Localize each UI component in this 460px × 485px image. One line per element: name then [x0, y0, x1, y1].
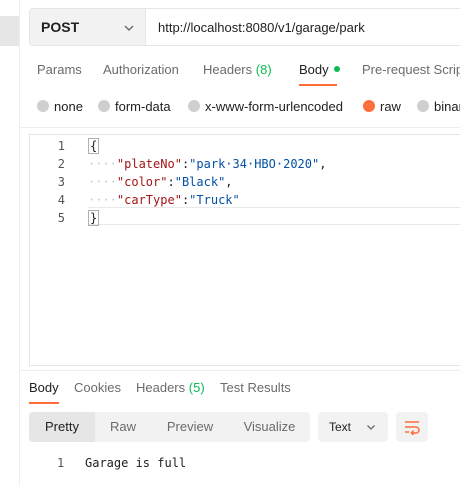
method-select[interactable]: POST: [29, 8, 145, 46]
json-value: "Black": [174, 175, 226, 189]
radio-label: x-www-form-urlencoded: [205, 98, 343, 114]
view-preview-button[interactable]: Preview: [151, 412, 229, 442]
radio-none[interactable]: none: [37, 96, 83, 116]
response-tab-test-results[interactable]: Test Results: [220, 379, 291, 405]
response-tab-headers[interactable]: Headers (5): [136, 379, 205, 405]
indent-whitespace: ····: [88, 193, 117, 207]
tab-authorization[interactable]: Authorization: [103, 60, 179, 86]
radio-raw[interactable]: raw: [363, 96, 401, 116]
section-divider: [20, 127, 460, 128]
line-number: 2: [57, 157, 65, 171]
format-label: Text: [329, 420, 352, 434]
response-divider: [20, 370, 460, 371]
response-tab-cookies[interactable]: Cookies: [74, 379, 121, 405]
body-indicator-dot: [333, 66, 340, 72]
view-visualize-button[interactable]: Visualize: [229, 412, 310, 442]
sidebar-divider: [19, 0, 20, 485]
tab-label: Test Results: [220, 380, 291, 395]
radio-circle: [98, 100, 110, 112]
code-line: }: [88, 209, 100, 227]
radio-form-data[interactable]: form-data: [98, 96, 171, 116]
headers-count: (8): [255, 62, 272, 77]
wrap-lines-button[interactable]: [396, 412, 428, 442]
response-tab-body[interactable]: Body: [29, 379, 59, 405]
tab-label: Headers: [136, 380, 186, 395]
json-comma: ,: [225, 175, 233, 189]
tab-label: Cookies: [74, 380, 121, 395]
wrap-lines-icon: [405, 421, 420, 435]
chevron-down-icon: [124, 25, 134, 31]
tab-headers[interactable]: Headers (8): [203, 60, 272, 86]
view-raw-button[interactable]: Raw: [95, 412, 151, 442]
method-label: POST: [41, 19, 80, 35]
headers-count: (5): [188, 380, 205, 395]
request-body-editor[interactable]: 1 2 3 4 5 { ····"plateNo":"park·34·HBO·2…: [29, 134, 460, 366]
code-line: ····"carType":"Truck": [88, 191, 240, 209]
tab-label: Headers: [203, 62, 253, 77]
chevron-down-icon: [367, 425, 375, 430]
active-tab-underline: [29, 402, 59, 404]
current-line-highlight: [88, 207, 460, 225]
code-line: ····"plateNo":"park·34·HBO·2020",: [88, 155, 326, 173]
radio-circle-selected: [363, 100, 375, 112]
json-key: "color": [116, 175, 168, 189]
response-body-viewer[interactable]: 1 Garage is full: [29, 454, 460, 474]
response-text: Garage is full: [85, 456, 187, 470]
json-value: "park·34·HBO·2020": [189, 157, 320, 171]
response-view-modes: Pretty Raw Preview Visualize: [29, 412, 310, 442]
radio-label: binar: [434, 98, 460, 114]
radio-label: form-data: [115, 98, 171, 114]
active-tab-underline: [299, 84, 337, 86]
json-key: "plateNo": [116, 157, 182, 171]
tab-label: Body: [29, 380, 59, 395]
code-line: {: [88, 137, 100, 155]
left-sidebar-edge: [0, 0, 20, 485]
radio-x-www-form-urlencoded[interactable]: x-www-form-urlencoded: [188, 96, 343, 116]
url-input[interactable]: http://localhost:8080/v1/garage/park: [145, 8, 460, 46]
radio-circle: [188, 100, 200, 112]
matching-brace: }: [88, 210, 100, 226]
editor-gutter: 1 2 3 4 5: [30, 135, 80, 365]
radio-circle: [37, 100, 49, 112]
response-format-select[interactable]: Text: [318, 412, 388, 442]
url-text: http://localhost:8080/v1/garage/park: [158, 19, 365, 35]
view-pretty-button[interactable]: Pretty: [29, 412, 95, 442]
line-number: 1: [57, 456, 65, 470]
radio-label: none: [54, 98, 83, 114]
json-colon: :: [167, 175, 175, 189]
tab-label: Authorization: [103, 62, 179, 77]
tab-label: Body: [299, 62, 329, 77]
matching-brace: {: [88, 138, 100, 154]
sidebar-active-stripe: [0, 16, 20, 46]
line-number: 4: [57, 193, 65, 207]
json-key: "carType": [116, 193, 182, 207]
json-value: "Truck": [189, 193, 240, 207]
line-number: 3: [57, 175, 65, 189]
code-line: ····"color":"Black",: [88, 173, 233, 191]
json-comma: ,: [319, 157, 327, 171]
tab-params[interactable]: Params: [37, 60, 82, 86]
line-number: 1: [57, 139, 65, 153]
radio-binary[interactable]: binar: [417, 96, 460, 116]
tab-pre-request-script[interactable]: Pre-request Scrip: [362, 60, 460, 86]
indent-whitespace: ····: [88, 157, 117, 171]
indent-whitespace: ····: [88, 175, 117, 189]
radio-circle: [417, 100, 429, 112]
tab-label: Pre-request Scrip: [362, 62, 460, 77]
tab-body[interactable]: Body: [299, 60, 340, 86]
line-number: 5: [57, 211, 65, 225]
radio-label: raw: [380, 98, 401, 114]
tab-label: Params: [37, 62, 82, 77]
